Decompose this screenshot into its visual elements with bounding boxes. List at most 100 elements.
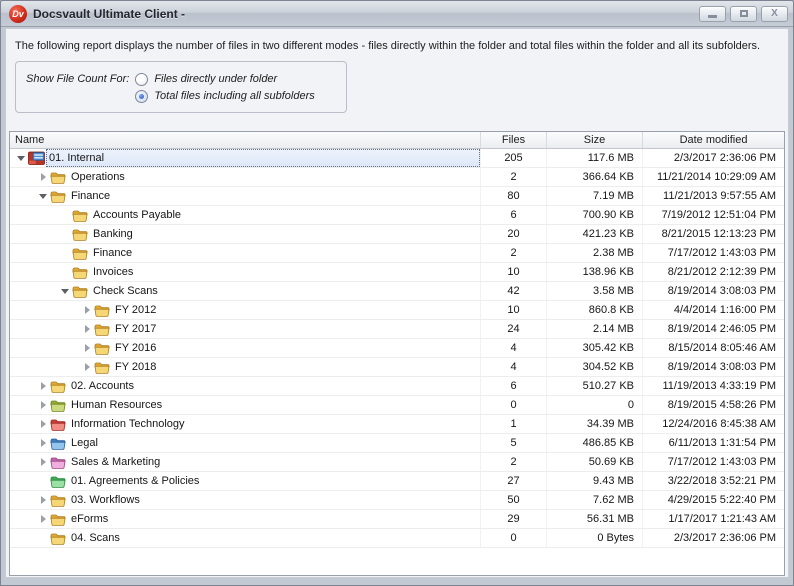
- maximize-button[interactable]: [730, 6, 757, 22]
- expand-icon[interactable]: [80, 325, 94, 333]
- size-value: 7.19 MB: [547, 187, 643, 205]
- radio-files-directly[interactable]: Files directly under folder: [135, 73, 314, 86]
- table-row[interactable]: Invoices10138.96 KB8/21/2012 2:12:39 PM: [10, 263, 784, 282]
- table-row[interactable]: Accounts Payable6700.90 KB7/19/2012 12:5…: [10, 206, 784, 225]
- table-row[interactable]: 01. Internal205117.6 MB2/3/2017 2:36:06 …: [10, 149, 784, 168]
- table-row[interactable]: Operations2366.64 KB11/21/2014 10:29:09 …: [10, 168, 784, 187]
- date-modified: 8/21/2012 2:12:39 PM: [643, 263, 784, 281]
- folder-icon: [72, 228, 90, 241]
- table-row[interactable]: Banking20421.23 KB8/21/2015 12:13:23 PM: [10, 225, 784, 244]
- table-row[interactable]: FY 2017242.14 MB8/19/2014 2:46:05 PM: [10, 320, 784, 339]
- radio-selected-icon[interactable]: [135, 90, 148, 103]
- row-name-label: 01. Agreements & Policies: [68, 472, 480, 490]
- column-header-files[interactable]: Files: [481, 132, 547, 148]
- expand-icon[interactable]: [36, 439, 50, 447]
- docsvault-logo-icon: Dv: [9, 5, 27, 23]
- expand-icon[interactable]: [36, 420, 50, 428]
- column-header-date-modified[interactable]: Date modified: [643, 132, 784, 148]
- name-cell: 02. Accounts: [10, 377, 481, 395]
- row-name-label: 01. Internal: [46, 149, 480, 167]
- size-value: 0 Bytes: [547, 529, 643, 547]
- files-count: 0: [481, 396, 547, 414]
- date-modified: 7/17/2012 1:43:03 PM: [643, 244, 784, 262]
- table-row[interactable]: FY 201210860.8 KB4/4/2014 1:16:00 PM: [10, 301, 784, 320]
- size-value: 510.27 KB: [547, 377, 643, 395]
- size-value: 50.69 KB: [547, 453, 643, 471]
- expand-icon[interactable]: [36, 401, 50, 409]
- size-value: 138.96 KB: [547, 263, 643, 281]
- table-row[interactable]: FY 20184304.52 KB8/19/2014 3:08:03 PM: [10, 358, 784, 377]
- files-count: 10: [481, 263, 547, 281]
- size-value: 56.31 MB: [547, 510, 643, 528]
- row-name-label: FY 2012: [112, 301, 480, 319]
- collapse-icon[interactable]: [58, 289, 72, 294]
- table-row[interactable]: FY 20164305.42 KB8/15/2014 8:05:46 AM: [10, 339, 784, 358]
- row-name-label: eForms: [68, 510, 480, 528]
- report-description: The following report displays the number…: [6, 29, 788, 52]
- files-count: 2: [481, 244, 547, 262]
- table-row[interactable]: Human Resources008/19/2015 4:58:26 PM: [10, 396, 784, 415]
- folder-icon: [50, 532, 68, 545]
- date-modified: 11/19/2013 4:33:19 PM: [643, 377, 784, 395]
- files-count: 4: [481, 339, 547, 357]
- expand-icon[interactable]: [36, 496, 50, 504]
- table-row[interactable]: 02. Accounts6510.27 KB11/19/2013 4:33:19…: [10, 377, 784, 396]
- column-header-size[interactable]: Size: [547, 132, 643, 148]
- maximize-icon: [740, 10, 748, 17]
- date-modified: 4/29/2015 5:22:40 PM: [643, 491, 784, 509]
- name-cell: 03. Workflows: [10, 491, 481, 509]
- radio-unselected-icon[interactable]: [135, 73, 148, 86]
- date-modified: 8/19/2014 2:46:05 PM: [643, 320, 784, 338]
- table-row[interactable]: Finance22.38 MB7/17/2012 1:43:03 PM: [10, 244, 784, 263]
- date-modified: 4/4/2014 1:16:00 PM: [643, 301, 784, 319]
- row-name-label: Invoices: [90, 263, 480, 281]
- close-button[interactable]: X: [761, 6, 788, 22]
- date-modified: 7/17/2012 1:43:03 PM: [643, 453, 784, 471]
- expand-icon[interactable]: [36, 458, 50, 466]
- expand-icon[interactable]: [80, 344, 94, 352]
- row-name-label: Banking: [90, 225, 480, 243]
- table-row[interactable]: eForms2956.31 MB1/17/2017 1:21:43 AM: [10, 510, 784, 529]
- table-row[interactable]: Information Technology134.39 MB12/24/201…: [10, 415, 784, 434]
- name-cell: Banking: [10, 225, 481, 243]
- date-modified: 7/19/2012 12:51:04 PM: [643, 206, 784, 224]
- table-row[interactable]: Sales & Marketing250.69 KB7/17/2012 1:43…: [10, 453, 784, 472]
- expand-icon[interactable]: [36, 382, 50, 390]
- folder-icon: [94, 361, 112, 374]
- row-name-label: Human Resources: [68, 396, 480, 414]
- date-modified: 8/19/2014 3:08:03 PM: [643, 282, 784, 300]
- expand-icon[interactable]: [80, 306, 94, 314]
- row-name-label: Check Scans: [90, 282, 480, 300]
- size-value: 0: [547, 396, 643, 414]
- collapse-icon[interactable]: [14, 156, 28, 161]
- radio-total-files[interactable]: Total files including all subfolders: [135, 90, 314, 103]
- files-count: 20: [481, 225, 547, 243]
- name-cell: Check Scans: [10, 282, 481, 300]
- window-titlebar[interactable]: Dv Docsvault Ultimate Client - X: [1, 1, 793, 27]
- name-cell: FY 2017: [10, 320, 481, 338]
- minimize-button[interactable]: [699, 6, 726, 22]
- folder-icon: [72, 266, 90, 279]
- files-count: 1: [481, 415, 547, 433]
- table-row[interactable]: 01. Agreements & Policies279.43 MB3/22/2…: [10, 472, 784, 491]
- expand-icon[interactable]: [36, 515, 50, 523]
- groupbox-label: Show File Count For:: [16, 62, 135, 112]
- table-row[interactable]: Legal5486.85 KB6/11/2013 1:31:54 PM: [10, 434, 784, 453]
- client-area: The following report displays the number…: [5, 28, 789, 578]
- app-window: Dv Docsvault Ultimate Client - X The fol…: [0, 0, 794, 586]
- table-row[interactable]: 03. Workflows507.62 MB4/29/2015 5:22:40 …: [10, 491, 784, 510]
- folder-icon: [94, 304, 112, 317]
- name-cell: 01. Internal: [10, 149, 481, 167]
- table-row[interactable]: Finance807.19 MB11/21/2013 9:57:55 AM: [10, 187, 784, 206]
- column-header-name[interactable]: Name: [10, 132, 481, 148]
- expand-icon[interactable]: [36, 173, 50, 181]
- collapse-icon[interactable]: [36, 194, 50, 199]
- size-value: 486.85 KB: [547, 434, 643, 452]
- name-cell: 04. Scans: [10, 529, 481, 547]
- date-modified: 2/3/2017 2:36:06 PM: [643, 149, 784, 167]
- minimize-icon: [708, 15, 717, 18]
- table-row[interactable]: Check Scans423.58 MB8/19/2014 3:08:03 PM: [10, 282, 784, 301]
- folder-icon: [72, 247, 90, 260]
- table-row[interactable]: 04. Scans00 Bytes2/3/2017 2:36:06 PM: [10, 529, 784, 548]
- expand-icon[interactable]: [80, 363, 94, 371]
